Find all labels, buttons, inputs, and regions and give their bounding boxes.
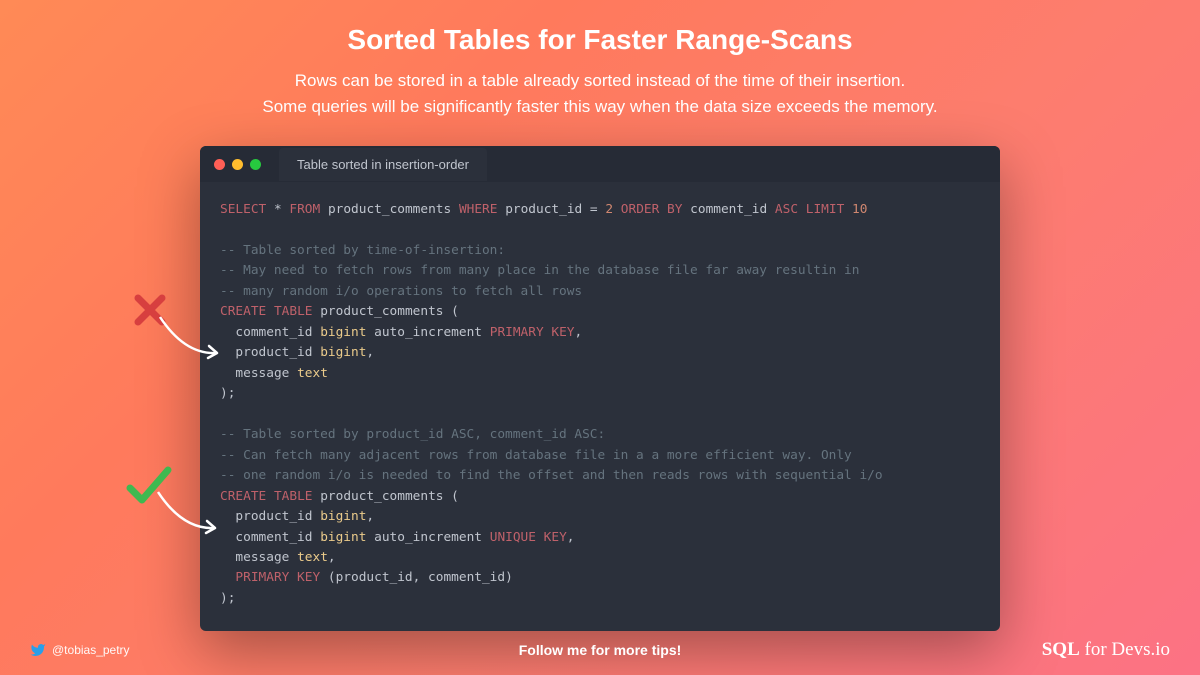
follow-text: Follow me for more tips!	[519, 642, 682, 658]
kw-from: FROM	[289, 202, 320, 217]
type: bigint	[320, 509, 366, 524]
kw-asc: ASC	[775, 202, 798, 217]
cond: product_id =	[505, 202, 605, 217]
kw-uk: UNIQUE KEY	[490, 530, 567, 545]
limit-n: 10	[852, 202, 867, 217]
col: comment_id	[235, 530, 312, 545]
tbl-name: product_comments	[328, 202, 451, 217]
col: message	[235, 366, 289, 381]
handle-text: @tobias_petry	[52, 643, 130, 657]
footer: @tobias_petry Follow me for more tips! S…	[0, 639, 1200, 661]
subtitle-line-1: Rows can be stored in a table already so…	[295, 71, 905, 90]
kw-orderby: ORDER BY	[621, 202, 683, 217]
page-title: Sorted Tables for Faster Range-Scans	[0, 0, 1200, 56]
minimize-dot-icon	[232, 159, 243, 170]
tbl-def: product_comments (	[320, 489, 459, 504]
page-subtitle: Rows can be stored in a table already so…	[0, 68, 1200, 119]
window-controls	[200, 159, 261, 170]
kw-create: CREATE	[220, 304, 266, 319]
comment: -- Table sorted by time-of-insertion:	[220, 243, 505, 258]
code-block: SELECT * FROM product_comments WHERE pro…	[200, 182, 1000, 631]
brand-rest: for Devs.io	[1080, 639, 1170, 660]
pk-cols: (product_id, comment_id)	[328, 570, 513, 585]
close-dot-icon	[214, 159, 225, 170]
comment: -- May need to fetch rows from many plac…	[220, 263, 859, 278]
star: *	[274, 202, 282, 217]
code-editor: Table sorted in insertion-order SELECT *…	[200, 146, 1000, 631]
arrow-icon	[155, 315, 225, 360]
kw-limit: LIMIT	[806, 202, 845, 217]
comment: -- many random i/o operations to fetch a…	[220, 284, 582, 299]
comment: -- one random i/o is needed to find the …	[220, 468, 883, 483]
type: text	[297, 550, 328, 565]
val: 2	[605, 202, 613, 217]
type: text	[297, 366, 328, 381]
type: bigint	[320, 325, 366, 340]
twitter-icon	[30, 642, 46, 658]
kw-select: SELECT	[220, 202, 266, 217]
kw-create: CREATE	[220, 489, 266, 504]
attr: auto_increment	[374, 325, 482, 340]
kw-pk: PRIMARY KEY	[490, 325, 575, 340]
attr: auto_increment	[374, 530, 482, 545]
twitter-handle: @tobias_petry	[30, 642, 130, 658]
col: product_id	[235, 345, 312, 360]
editor-titlebar: Table sorted in insertion-order	[200, 146, 1000, 182]
end: );	[220, 386, 235, 401]
maximize-dot-icon	[250, 159, 261, 170]
type: bigint	[320, 345, 366, 360]
kw-table: TABLE	[274, 489, 313, 504]
editor-tab: Table sorted in insertion-order	[279, 148, 487, 181]
brand-bold: SQL	[1042, 639, 1080, 660]
kw-where: WHERE	[459, 202, 498, 217]
brand-logo: SQL for Devs.io	[1042, 639, 1170, 661]
kw-pk: PRIMARY KEY	[235, 570, 320, 585]
col: product_id	[235, 509, 312, 524]
comment: -- Table sorted by product_id ASC, comme…	[220, 427, 605, 442]
col: message	[235, 550, 289, 565]
subtitle-line-2: Some queries will be significantly faste…	[262, 97, 937, 116]
kw-table: TABLE	[274, 304, 313, 319]
order-col: comment_id	[690, 202, 767, 217]
end: );	[220, 591, 235, 606]
col: comment_id	[235, 325, 312, 340]
comment: -- Can fetch many adjacent rows from dat…	[220, 448, 852, 463]
arrow-icon	[153, 490, 223, 535]
type: bigint	[320, 530, 366, 545]
tbl-def: product_comments (	[320, 304, 459, 319]
